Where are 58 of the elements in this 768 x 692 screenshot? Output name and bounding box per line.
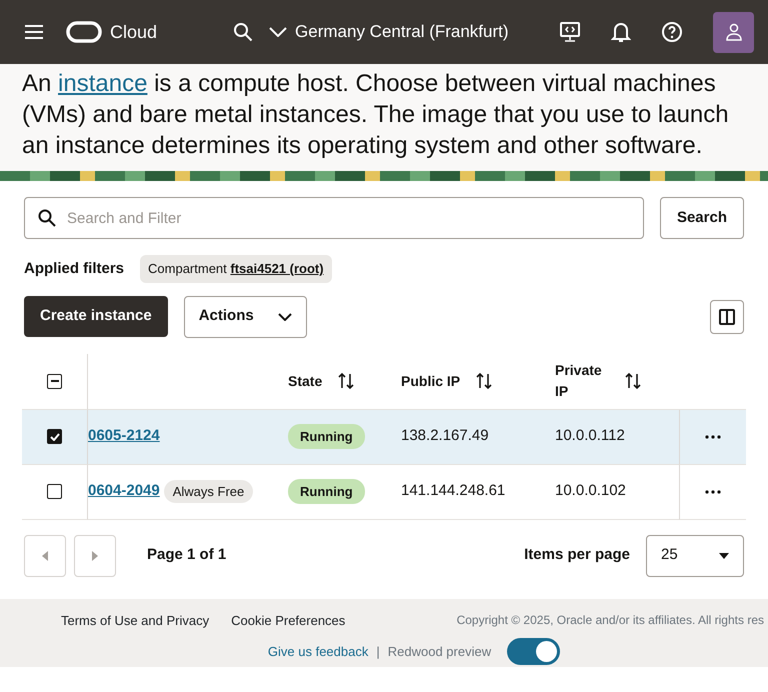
preview-toggle[interactable] — [507, 638, 560, 665]
filter-chip[interactable]: Compartment ftsai4521 (root) — [140, 255, 332, 282]
preview-label: Redwood preview — [388, 642, 492, 661]
caret-right-icon — [92, 550, 98, 560]
actions-dropdown[interactable]: Actions — [184, 296, 307, 338]
minus-icon — [50, 380, 58, 382]
caret-left-icon — [42, 550, 48, 560]
more-options-icon[interactable] — [705, 434, 721, 438]
filters-label: Applied filters — [24, 258, 124, 278]
table-cell-text: 10.0.0.102 — [555, 481, 626, 502]
tag-pill: Always Free — [164, 480, 254, 504]
footer-link[interactable]: Cookie Preferences — [231, 610, 346, 630]
caret-down-icon — [719, 552, 729, 558]
feedback-link[interactable]: Give us feedback — [268, 642, 368, 662]
brand-name: Cloud — [110, 20, 158, 44]
notifications-icon[interactable] — [611, 21, 631, 43]
logo-icon — [66, 21, 102, 43]
page-indicator: Page 1 of 1 — [147, 545, 226, 566]
chevron-down-icon — [278, 312, 292, 320]
person-icon — [726, 23, 742, 41]
search-button[interactable]: Search — [660, 197, 744, 239]
more-options-icon[interactable] — [705, 490, 721, 494]
column-header: Public IP — [401, 372, 460, 390]
table-cell-text: 141.144.248.61 — [401, 481, 506, 502]
sort-icon[interactable] — [476, 372, 492, 390]
sort-icon[interactable] — [338, 372, 354, 390]
footer-link[interactable]: Terms of Use and Privacy — [61, 610, 210, 630]
help-icon[interactable] — [661, 21, 683, 43]
state-badge: Running — [288, 424, 365, 450]
instance-name-link[interactable]: 0605-2124 — [88, 425, 160, 448]
intro-paragraph: An instance is a compute host. Choose between virtual machines (VMs) and bare metal instances. The image that you use to launch an instance determines its operating system and other software. — [22, 69, 730, 161]
columns-button[interactable] — [710, 300, 744, 334]
sort-icon[interactable] — [625, 372, 641, 390]
search-icon — [38, 209, 56, 227]
monitor-code-icon[interactable] — [559, 21, 581, 43]
region-selector[interactable]: Germany Central (Frankfurt) — [269, 19, 509, 45]
menu-icon[interactable] — [24, 24, 44, 40]
copyright-text: Copyright © 2025, Oracle and/or its affiliates. All rights res — [456, 612, 764, 628]
column-header: Private IP — [555, 361, 603, 401]
column-header: State — [288, 372, 322, 390]
search-icon[interactable] — [233, 22, 254, 42]
instance-link[interactable]: instance — [58, 70, 148, 97]
row-checkbox[interactable] — [47, 484, 62, 499]
search-field[interactable]: Search and Filter — [24, 197, 644, 239]
checkmark-icon — [50, 432, 60, 440]
row-checkbox[interactable] — [47, 429, 62, 444]
create-instance-button[interactable]: Create instance — [24, 296, 168, 337]
items-per-page-select[interactable]: 25 — [646, 534, 744, 576]
state-badge: Running — [288, 478, 365, 504]
table-cell-text: 138.2.167.49 — [401, 426, 489, 446]
columns-icon — [719, 308, 735, 324]
items-per-page-label: Items per page — [524, 545, 630, 566]
chevron-down-icon — [269, 27, 288, 37]
table-cell-text: 10.0.0.112 — [555, 426, 625, 446]
select-all-checkbox[interactable] — [47, 374, 62, 388]
separator-text: | — [376, 642, 380, 661]
user-avatar[interactable] — [713, 12, 754, 52]
instance-name-link[interactable]: 0604-2049 — [88, 480, 160, 503]
